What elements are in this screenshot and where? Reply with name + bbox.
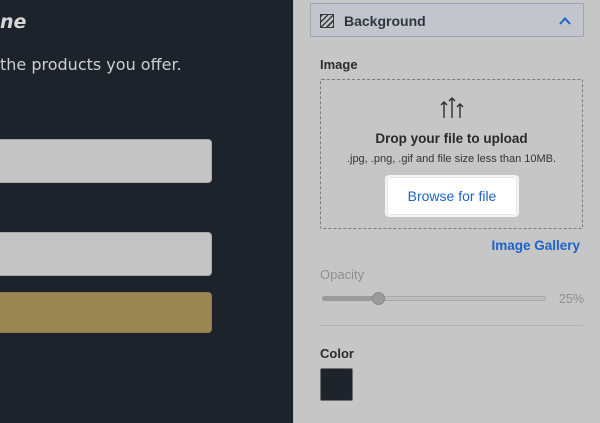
preview-heading: ne	[0, 11, 27, 33]
page-preview: ne the products you offer.	[0, 0, 293, 423]
preview-submit-button	[0, 292, 212, 333]
color-label: Color	[320, 346, 354, 361]
browse-for-file-button[interactable]: Browse for file	[387, 177, 517, 215]
opacity-value: 25%	[558, 292, 584, 306]
section-title: Background	[344, 13, 426, 29]
upload-arrows-icon	[440, 97, 464, 118]
settings-panel: Background Image Drop your file to uploa…	[293, 0, 600, 423]
preview-input-field	[0, 232, 212, 276]
dropzone-hint: .jpg, .png, .gif and file size less than…	[346, 153, 557, 165]
preview-subtitle: the products you offer.	[0, 55, 182, 74]
preview-input-field	[0, 139, 212, 183]
slider-fill	[322, 296, 378, 301]
opacity-label: Opacity	[320, 267, 365, 282]
color-swatch[interactable]	[320, 368, 353, 401]
opacity-slider[interactable]	[322, 292, 546, 305]
image-label: Image	[320, 57, 358, 72]
background-section-header[interactable]: Background	[310, 3, 584, 37]
pattern-icon	[320, 14, 334, 28]
chevron-up-icon[interactable]	[558, 14, 572, 28]
section-divider	[320, 325, 583, 326]
image-gallery-link[interactable]: Image Gallery	[491, 238, 580, 253]
slider-handle[interactable]	[372, 292, 385, 305]
dropzone-title: Drop your file to upload	[375, 131, 528, 146]
browse-button-label: Browse for file	[407, 188, 497, 204]
image-dropzone[interactable]: Drop your file to upload .jpg, .png, .gi…	[320, 79, 583, 229]
